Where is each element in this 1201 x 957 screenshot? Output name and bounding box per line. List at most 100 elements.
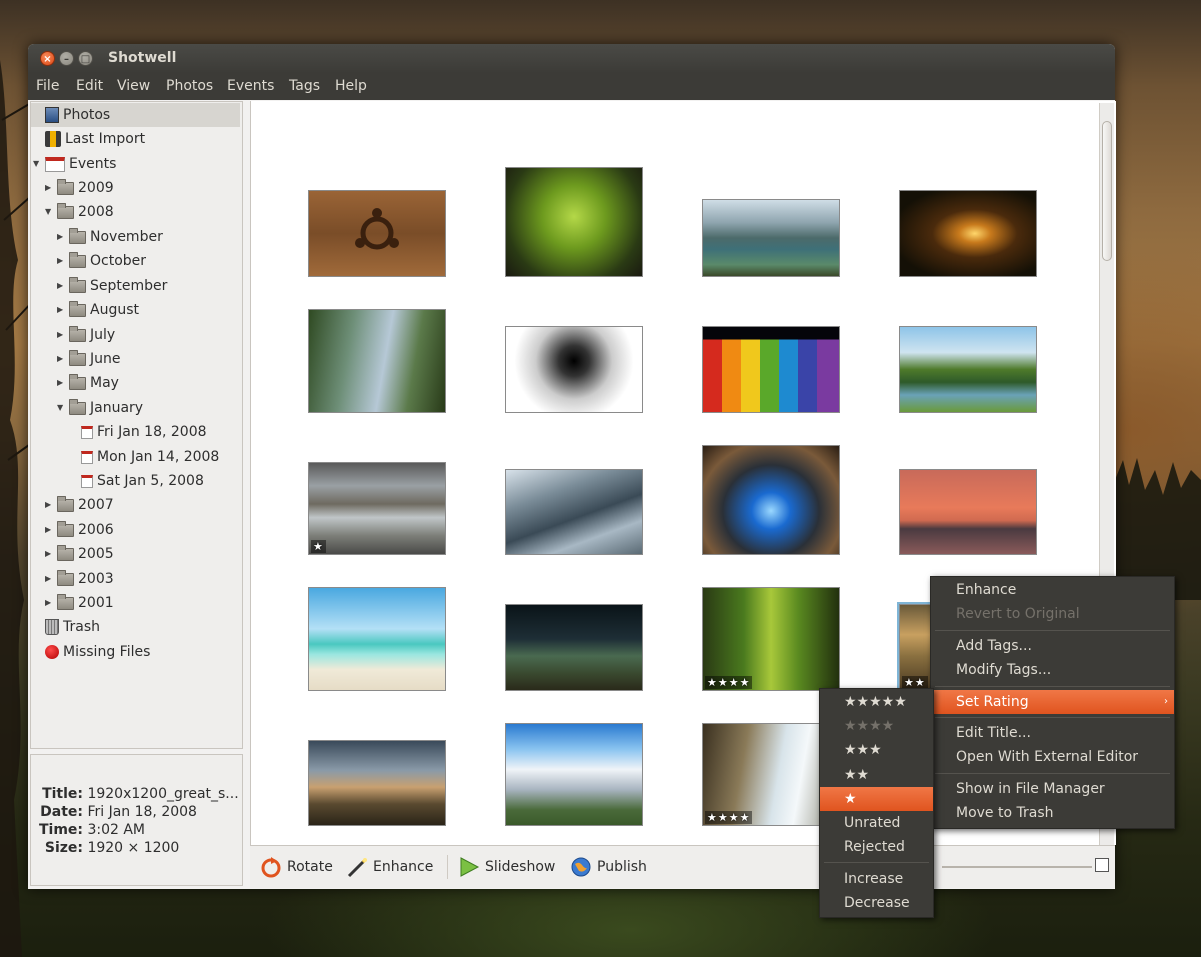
photo-thumbnail[interactable]: [702, 199, 840, 277]
photo-thumbnail[interactable]: [899, 190, 1037, 277]
sidebar-item-month[interactable]: ▶August: [57, 298, 139, 322]
rating-two-stars[interactable]: ★★: [820, 763, 933, 787]
expander-right-icon[interactable]: ▶: [45, 591, 57, 615]
expander-right-icon[interactable]: ▶: [57, 249, 69, 273]
sidebar-item-month[interactable]: ▼January: [57, 396, 143, 420]
rating-three-stars[interactable]: ★★★: [820, 738, 933, 762]
sidebar-item-missing-files[interactable]: Missing Files: [45, 640, 150, 664]
menu-edit-title[interactable]: Edit Title...: [931, 721, 1174, 745]
close-icon[interactable]: ×: [40, 51, 55, 66]
sidebar-item-year[interactable]: ▼2008: [45, 200, 114, 224]
menu-open-external-editor[interactable]: Open With External Editor: [931, 745, 1174, 769]
rating-increase[interactable]: Increase: [820, 867, 933, 891]
rating-stars: ★★★★: [705, 811, 752, 824]
rating-rejected[interactable]: Rejected: [820, 835, 933, 859]
slideshow-button[interactable]: Slideshow: [458, 854, 555, 880]
menu-events[interactable]: Events: [227, 78, 274, 94]
expander-right-icon[interactable]: ▶: [57, 323, 69, 347]
expander-down-icon[interactable]: ▼: [45, 200, 57, 224]
sidebar-item-events[interactable]: ▼Events: [33, 152, 116, 176]
sidebar-item-year[interactable]: ▶2001: [45, 591, 114, 615]
photo-thumbnail[interactable]: ★: [308, 462, 446, 555]
sidebar-item-label: Sat Jan 5, 2008: [97, 473, 204, 489]
menu-show-in-file-manager[interactable]: Show in File Manager: [931, 777, 1174, 801]
expander-right-icon[interactable]: ▶: [57, 225, 69, 249]
photo-thumbnail[interactable]: ★★★★: [702, 587, 840, 691]
info-time-value: 3:02 AM: [87, 822, 145, 838]
photo-thumbnail[interactable]: [308, 587, 446, 691]
sidebar-item-month[interactable]: ▶September: [57, 274, 167, 298]
menu-help[interactable]: Help: [335, 78, 367, 94]
photo-thumbnail[interactable]: [702, 445, 840, 555]
photo-thumbnail[interactable]: [505, 723, 643, 826]
rating-decrease[interactable]: Decrease: [820, 891, 933, 915]
info-time-row: Time: 3:02 AM: [39, 822, 145, 838]
rating-one-star[interactable]: ★: [820, 787, 933, 811]
photo-thumbnail[interactable]: [505, 604, 643, 691]
zoom-slider[interactable]: [942, 866, 1092, 868]
photo-thumbnail[interactable]: [505, 469, 643, 555]
sidebar-item-photos[interactable]: Photos: [31, 103, 240, 127]
menu-tags[interactable]: Tags: [289, 78, 320, 94]
sidebar-item-year[interactable]: ▶2007: [45, 493, 114, 517]
rotate-button[interactable]: Rotate: [260, 854, 333, 880]
zoom-in-icon[interactable]: [1095, 858, 1109, 872]
sidebar-item-day[interactable]: Sat Jan 5, 2008: [81, 469, 204, 493]
menu-enhance[interactable]: Enhance: [931, 578, 1174, 602]
sidebar-item-trash[interactable]: Trash: [45, 615, 100, 639]
sidebar-item-day[interactable]: Mon Jan 14, 2008: [81, 445, 219, 469]
scrollbar-thumb[interactable]: [1102, 121, 1112, 261]
expander-right-icon[interactable]: ▶: [45, 176, 57, 200]
menu-set-rating[interactable]: Set Rating ›: [931, 690, 1174, 714]
sidebar-item-year[interactable]: ▶2006: [45, 518, 114, 542]
sidebar-item-month[interactable]: ▶October: [57, 249, 146, 273]
sidebar-item-year[interactable]: ▶2009: [45, 176, 114, 200]
photo-thumbnail[interactable]: [899, 326, 1037, 413]
rotate-icon: [260, 856, 282, 878]
sidebar-item-day[interactable]: Fri Jan 18, 2008: [81, 420, 207, 444]
info-label: Time:: [39, 822, 83, 838]
sidebar-item-month[interactable]: ▶November: [57, 225, 163, 249]
maximize-icon[interactable]: □: [78, 51, 93, 66]
photo-thumbnail[interactable]: [505, 326, 643, 413]
menu-edit[interactable]: Edit: [76, 78, 103, 94]
menu-view[interactable]: View: [117, 78, 150, 94]
sidebar-item-last-import[interactable]: Last Import: [45, 127, 145, 151]
expander-right-icon[interactable]: ▶: [57, 298, 69, 322]
rating-unrated[interactable]: Unrated: [820, 811, 933, 835]
sidebar-item-label: May: [90, 375, 119, 391]
expander-right-icon[interactable]: ▶: [57, 274, 69, 298]
expander-right-icon[interactable]: ▶: [57, 347, 69, 371]
bottom-toolbar: Rotate Enhance Slideshow Publish: [250, 845, 1115, 888]
expander-down-icon[interactable]: ▼: [33, 152, 45, 176]
last-import-icon: [45, 131, 61, 147]
enhance-button[interactable]: Enhance: [346, 854, 433, 880]
photo-thumbnail[interactable]: [899, 469, 1037, 555]
expander-right-icon[interactable]: ▶: [45, 542, 57, 566]
photo-thumbnail[interactable]: [308, 740, 446, 826]
expander-down-icon[interactable]: ▼: [57, 396, 69, 420]
expander-right-icon[interactable]: ▶: [45, 567, 57, 591]
folder-icon: [57, 524, 74, 537]
photo-thumbnail[interactable]: [702, 326, 840, 413]
sidebar-item-month[interactable]: ▶July: [57, 323, 115, 347]
menu-add-tags[interactable]: Add Tags...: [931, 634, 1174, 658]
rating-five-stars[interactable]: ★★★★★: [820, 690, 933, 714]
photo-thumbnail[interactable]: [308, 309, 446, 413]
menu-modify-tags[interactable]: Modify Tags...: [931, 658, 1174, 682]
menu-file[interactable]: File: [36, 78, 59, 94]
sidebar-item-year[interactable]: ▶2003: [45, 567, 114, 591]
menu-move-to-trash[interactable]: Move to Trash: [931, 801, 1174, 825]
menu-photos[interactable]: Photos: [166, 78, 213, 94]
sidebar-item-year[interactable]: ▶2005: [45, 542, 114, 566]
expander-right-icon[interactable]: ▶: [57, 371, 69, 395]
sidebar-item-month[interactable]: ▶June: [57, 347, 121, 371]
publish-button[interactable]: Publish: [570, 854, 647, 880]
expander-right-icon[interactable]: ▶: [45, 518, 57, 542]
minimize-icon[interactable]: –: [59, 51, 74, 66]
folder-icon: [69, 304, 86, 317]
expander-right-icon[interactable]: ▶: [45, 493, 57, 517]
photo-thumbnail[interactable]: [505, 167, 643, 277]
photo-thumbnail[interactable]: [308, 190, 446, 277]
sidebar-item-month[interactable]: ▶ May: [57, 371, 119, 395]
